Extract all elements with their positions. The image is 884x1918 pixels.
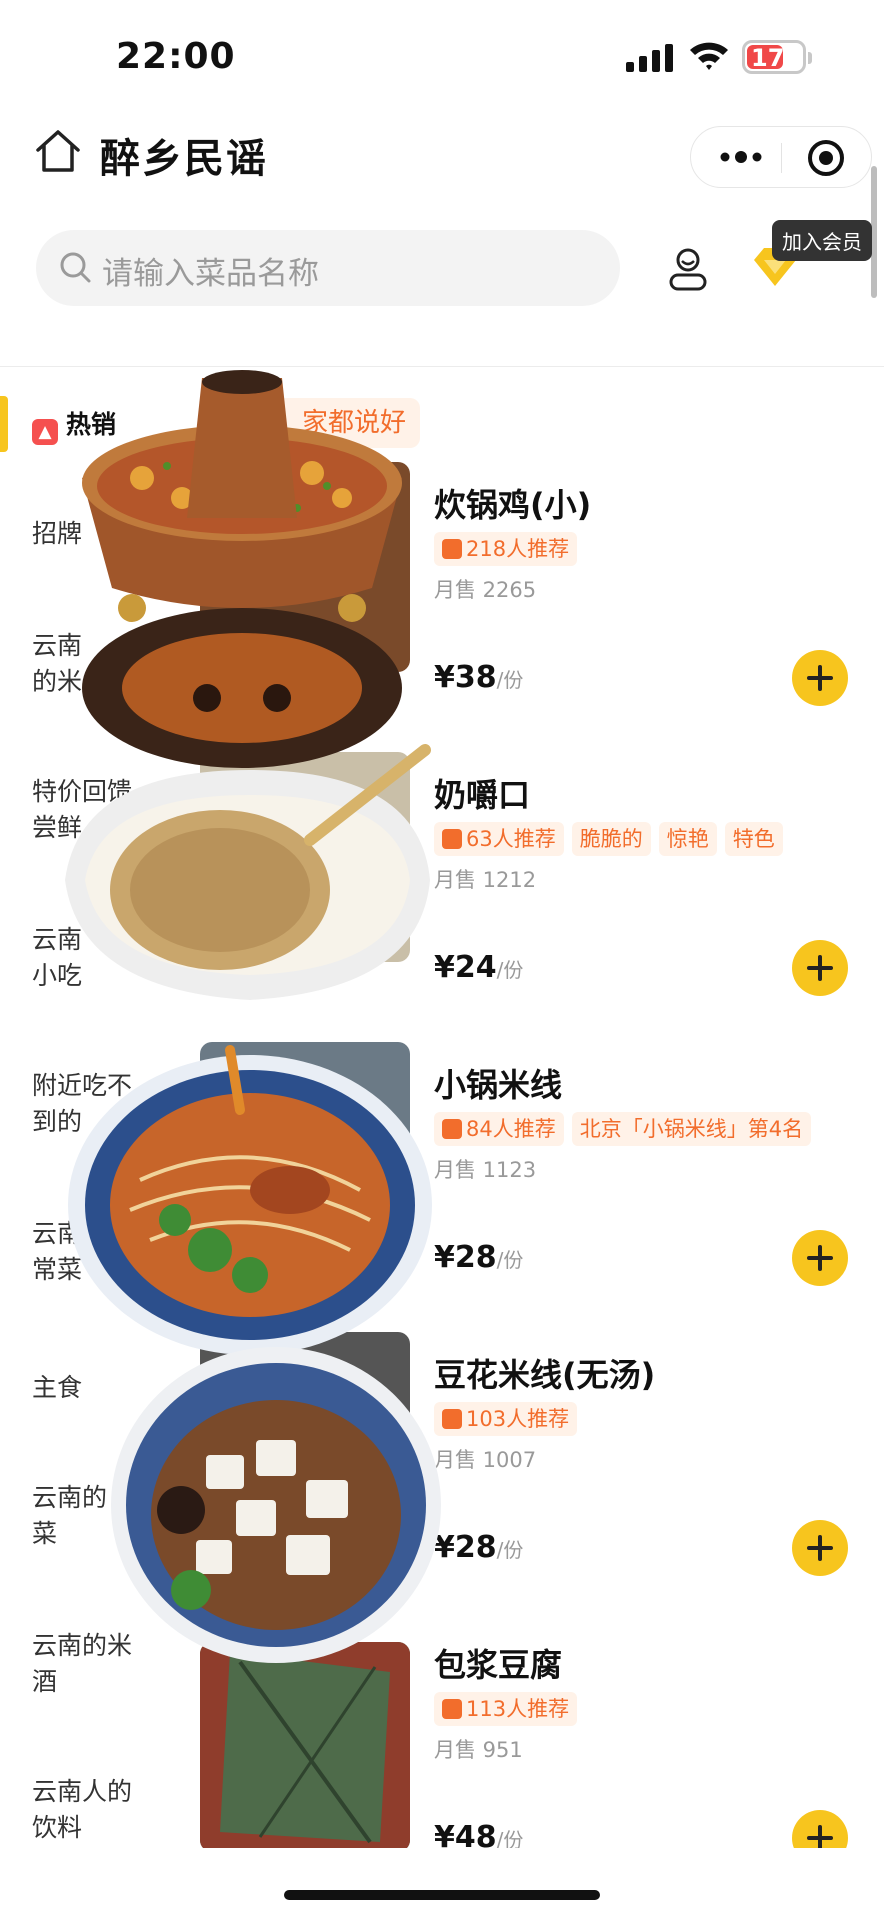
recommend-tag: 84人推荐 (434, 1112, 564, 1146)
battery-icon: 17 (742, 40, 812, 74)
feature-tag: 脆脆的 (571, 822, 651, 856)
tofu-rice-noodle-image[interactable] (106, 1340, 446, 1670)
tofu-pudding-image[interactable] (60, 740, 440, 1040)
home-icon[interactable] (32, 126, 84, 178)
banana-leaf-tofu-image (200, 1642, 410, 1852)
mini-program-capsule (690, 126, 872, 188)
dish-tags: 84人推荐 北京「小锅米线」第4名 (434, 1112, 819, 1146)
monthly-sales: 月售 1212 (434, 868, 537, 892)
monthly-sales: 月售 1123 (434, 1158, 537, 1182)
dish-name[interactable]: 小锅米线 (434, 1060, 562, 1106)
dish-name[interactable]: 奶嚼口 (434, 770, 530, 816)
recommend-tag: 103人推荐 (434, 1402, 578, 1436)
fire-icon: ▲ (32, 419, 58, 445)
ranking-tag: 北京「小锅米线」第4名 (571, 1112, 812, 1146)
user-icon[interactable] (664, 245, 712, 293)
feature-tag: 特色 (724, 822, 783, 856)
add-to-cart-button[interactable] (792, 1520, 848, 1576)
wifi-icon (690, 42, 728, 70)
divider (0, 366, 884, 367)
add-to-cart-button[interactable] (792, 1230, 848, 1286)
bottom-safe-area (0, 1848, 884, 1918)
recommend-tag: 113人推荐 (434, 1692, 578, 1726)
cellular-signal-icon (626, 44, 673, 72)
recommend-tag: 63人推荐 (434, 822, 564, 856)
add-to-cart-button[interactable] (792, 940, 848, 996)
monthly-sales: 月售 2265 (434, 578, 537, 602)
dish-price: ¥24/份 (434, 950, 524, 985)
add-to-cart-button[interactable] (792, 650, 848, 706)
monthly-sales: 月售 951 (434, 1738, 523, 1762)
search-input[interactable]: 请输入菜品名称 (36, 230, 620, 306)
dish-price: ¥28/份 (434, 1530, 524, 1565)
dish-name[interactable]: 豆花米线(无汤) (434, 1350, 655, 1396)
sidebar-item[interactable]: 云南人的 饮料 (32, 1774, 162, 1846)
feature-tag: 惊艳 (658, 822, 717, 856)
more-options-icon[interactable] (711, 137, 771, 177)
dish-name[interactable]: 包浆豆腐 (434, 1640, 562, 1686)
dish-name[interactable]: 炊锅鸡(小) (434, 480, 591, 526)
dish-tags: 63人推荐 脆脆的 惊艳 特色 (434, 822, 791, 856)
sidebar-active-indicator (0, 396, 8, 452)
battery-level: 17 (751, 44, 785, 72)
dish-price: ¥38/份 (434, 660, 524, 695)
monthly-sales: 月售 1007 (434, 1448, 537, 1472)
dish-tags: 103人推荐 (434, 1402, 585, 1436)
hotpot-chicken-image[interactable] (72, 368, 412, 778)
close-target-icon[interactable] (791, 135, 861, 181)
dish-tags: 218人推荐 (434, 532, 585, 566)
dish-price: ¥28/份 (434, 1240, 524, 1275)
store-title: 醉乡民谣 (100, 136, 268, 182)
home-indicator[interactable] (284, 1890, 600, 1900)
search-placeholder: 请输入菜品名称 (102, 256, 319, 292)
dish-tags: 113人推荐 (434, 1692, 585, 1726)
recommend-tag: 218人推荐 (434, 532, 578, 566)
status-time: 22:00 (116, 36, 236, 77)
search-icon (60, 252, 91, 283)
dish-image[interactable] (200, 1642, 410, 1852)
small-pot-rice-noodle-image[interactable] (60, 1040, 440, 1360)
join-member-tooltip[interactable]: 加入会员 (772, 220, 872, 261)
